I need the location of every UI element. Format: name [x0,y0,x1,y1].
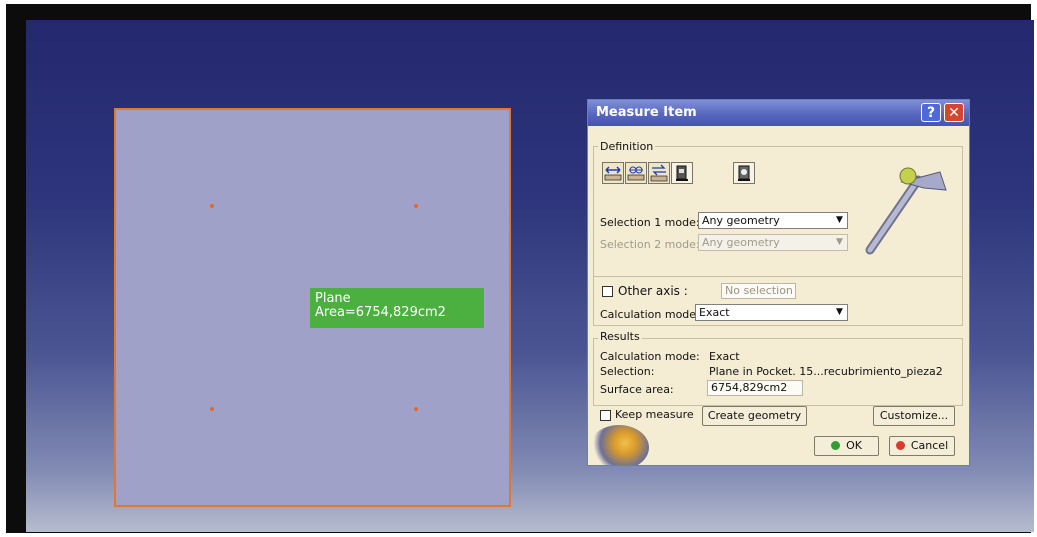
measure-between-icon[interactable] [602,162,624,184]
selection1-mode-label: Selection 1 mode: [600,216,700,229]
measure-annotation[interactable]: Plane Area=6754,829cm2 [310,288,484,328]
vertex-point [210,407,214,411]
ok-icon [831,441,841,450]
annotation-area: Area=6754,829cm2 [315,305,446,320]
chevron-down-icon[interactable]: ▼ [833,214,846,227]
annotation-type: Plane [315,291,351,306]
chevron-down-icon[interactable]: ▼ [833,236,846,249]
cancel-icon [895,441,905,450]
customize-button[interactable]: Customize... [873,406,955,426]
create-geometry-button[interactable]: Create geometry [702,406,807,426]
measure-inertia-icon[interactable] [733,162,755,184]
results-selection-value: Plane in Pocket. 15...recubrimiento_piez… [709,365,943,378]
vertex-point [210,204,214,208]
other-axis-field[interactable]: No selection [721,283,796,299]
measure-item-icon[interactable] [671,162,693,184]
selection1-mode-select[interactable]: Any geometry ▼ [698,212,848,229]
keep-measure-label: Keep measure [615,408,694,421]
close-button[interactable]: ✕ [944,103,964,122]
other-axis-label: Other axis : [618,284,688,298]
ok-label: OK [846,439,862,452]
vertex-point [414,204,418,208]
calculation-mode-value: Exact [699,306,730,319]
selection1-mode-value: Any geometry [702,214,780,227]
definition-group-label: Definition [598,140,656,153]
dialog-titlebar[interactable]: Measure Item ? ✕ [588,100,969,126]
help-button[interactable]: ? [921,103,941,122]
cancel-button[interactable]: Cancel [889,436,955,456]
selection2-mode-label: Selection 2 mode: [600,238,700,251]
calculation-mode-select[interactable]: Exact ▼ [695,304,848,321]
vertex-point [414,407,418,411]
results-selection-label: Selection: [600,365,655,378]
dialog-title: Measure Item [596,105,697,120]
divider [593,276,963,277]
measure-item-dialog: Measure Item ? ✕ Definition Selection 1 … [587,99,970,466]
ok-button[interactable]: OK [814,436,879,456]
measure-items-icon[interactable] [625,162,647,184]
selection2-mode-select[interactable]: Any geometry ▼ [698,234,848,251]
surface-area-label: Surface area: [600,383,674,396]
caliper-icon [865,167,947,255]
results-group-label: Results [598,330,642,343]
results-calc-mode-label: Calculation mode: [600,350,700,363]
chevron-down-icon[interactable]: ▼ [833,306,846,319]
results-calc-mode-value: Exact [709,350,740,363]
cancel-label: Cancel [910,439,949,452]
catia-logo [589,425,649,465]
keep-measure-checkbox[interactable] [600,410,611,421]
selection2-mode-value: Any geometry [702,236,780,249]
other-axis-checkbox[interactable] [602,286,613,297]
calculation-mode-label: Calculation mode: [600,308,700,321]
surface-area-value[interactable]: 6754,829cm2 [707,380,803,396]
measure-thickness-icon[interactable] [648,162,670,184]
